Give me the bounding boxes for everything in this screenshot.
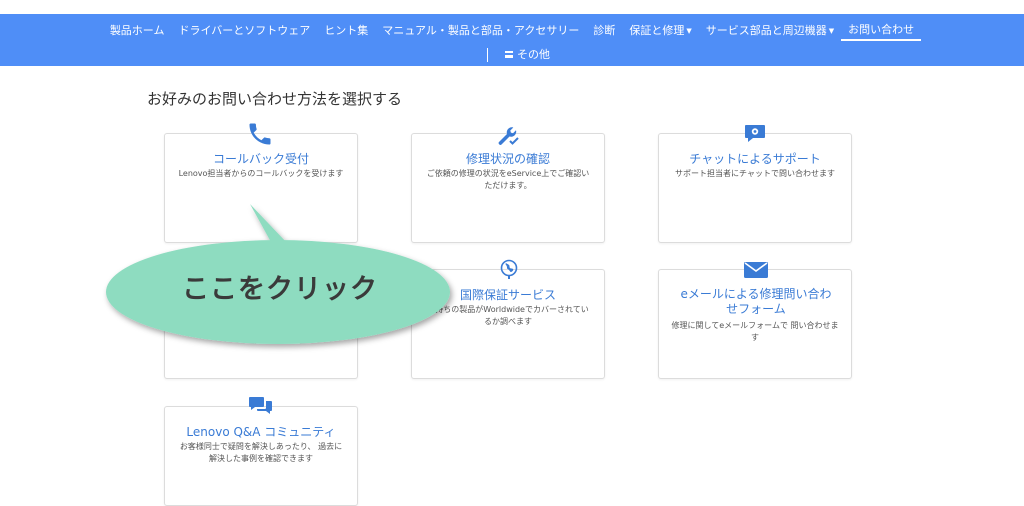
chevron-down-icon: ▼ bbox=[828, 27, 835, 35]
main-navbar: 製品ホーム ドライバーとソフトウェア ヒント集 マニュアル・製品と部品・アクセサ… bbox=[0, 14, 1024, 66]
chat-gear-icon bbox=[744, 124, 766, 144]
card-international-warranty-title: 国際保証サービス bbox=[459, 288, 556, 302]
wrench-check-icon bbox=[496, 124, 520, 146]
menu-icon bbox=[505, 51, 513, 58]
page-title: お好みのお問い合わせ方法を選択する bbox=[147, 90, 403, 108]
card-international-warranty-desc: お持ちの製品がWorldwideでカバーされているか調べます bbox=[427, 305, 589, 326]
card-email-form[interactable]: eメールによる修理問い合わせフォーム 修理に関してeメールフォームで 問い合わせ… bbox=[658, 269, 852, 379]
card-repair-status[interactable]: 修理状況の確認 ご依頼の修理の状況をeService上でご確認いただけます。 bbox=[411, 133, 605, 243]
chevron-down-icon: ▼ bbox=[686, 27, 692, 35]
nav-item-drivers-software[interactable]: ドライバーとソフトウェア bbox=[171, 21, 317, 41]
nav-item-service-parts-label: サービス部品と周辺機器 bbox=[705, 24, 827, 37]
nav-item-other[interactable]: その他 bbox=[498, 45, 557, 65]
nav-item-diagnostics[interactable]: 診断 bbox=[586, 21, 622, 41]
phone-icon bbox=[246, 120, 274, 148]
callout-text: ここをクリック bbox=[182, 274, 378, 305]
card-email-form-desc: 修理に関してeメールフォームで 問い合わせます bbox=[671, 321, 839, 342]
card-qa-community-title: Lenovo Q&A コミュニティ bbox=[186, 425, 336, 439]
card-chat-support[interactable]: チャットによるサポート サポート担当者にチャットで問い合わせます bbox=[658, 133, 852, 243]
nav-item-service-parts[interactable]: サービス部品と周辺機器 ▼ bbox=[699, 21, 841, 41]
nav-item-contact[interactable]: お問い合わせ bbox=[841, 22, 922, 41]
chat-bubbles-icon bbox=[249, 396, 273, 416]
nav-item-product-home[interactable]: 製品ホーム bbox=[103, 21, 172, 41]
nav-row: 製品ホーム ドライバーとソフトウェア ヒント集 マニュアル・製品と部品・アクセサ… bbox=[0, 20, 1024, 42]
nav-item-tips[interactable]: ヒント集 bbox=[317, 21, 375, 41]
card-repair-status-title: 修理状況の確認 bbox=[465, 152, 550, 166]
card-chat-support-desc: サポート担当者にチャットで問い合わせます bbox=[675, 169, 835, 178]
card-international-warranty[interactable]: 国際保証サービス お持ちの製品がWorldwideでカバーされているか調べます bbox=[411, 269, 605, 379]
envelope-icon bbox=[743, 261, 769, 279]
card-qa-community-desc: お客様同士で疑問を解決しあったり、 過去に解決した事例を確認できます bbox=[179, 442, 343, 463]
card-callback-title: コールバック受付 bbox=[212, 152, 309, 166]
nav-item-other-label: その他 bbox=[517, 48, 550, 61]
card-chat-support-title: チャットによるサポート bbox=[689, 152, 821, 166]
nav-item-warranty-repair-label: 保証と修理 bbox=[629, 24, 685, 37]
card-qa-community[interactable]: Lenovo Q&A コミュニティ お客様同士で疑問を解決しあったり、 過去に解… bbox=[164, 406, 358, 506]
globe-icon bbox=[498, 258, 520, 280]
card-repair-status-desc: ご依頼の修理の状況をeService上でご確認いただけます。 bbox=[426, 169, 590, 190]
card-callback-desc: Lenovo担当者からのコールバックを受けます bbox=[178, 169, 344, 178]
top-strip bbox=[0, 0, 1024, 14]
nav-item-warranty-repair[interactable]: 保証と修理 ▼ bbox=[622, 21, 698, 41]
nav-divider bbox=[487, 48, 488, 62]
nav-row-secondary: その他 bbox=[0, 46, 1024, 64]
card-email-form-title: eメールによる修理問い合わせフォーム bbox=[680, 287, 832, 316]
callout-bubble bbox=[106, 204, 450, 344]
card-callback[interactable]: コールバック受付 Lenovo担当者からのコールバックを受けます bbox=[164, 133, 358, 243]
nav-item-manuals-parts[interactable]: マニュアル・製品と部品・アクセサリー bbox=[375, 21, 586, 41]
